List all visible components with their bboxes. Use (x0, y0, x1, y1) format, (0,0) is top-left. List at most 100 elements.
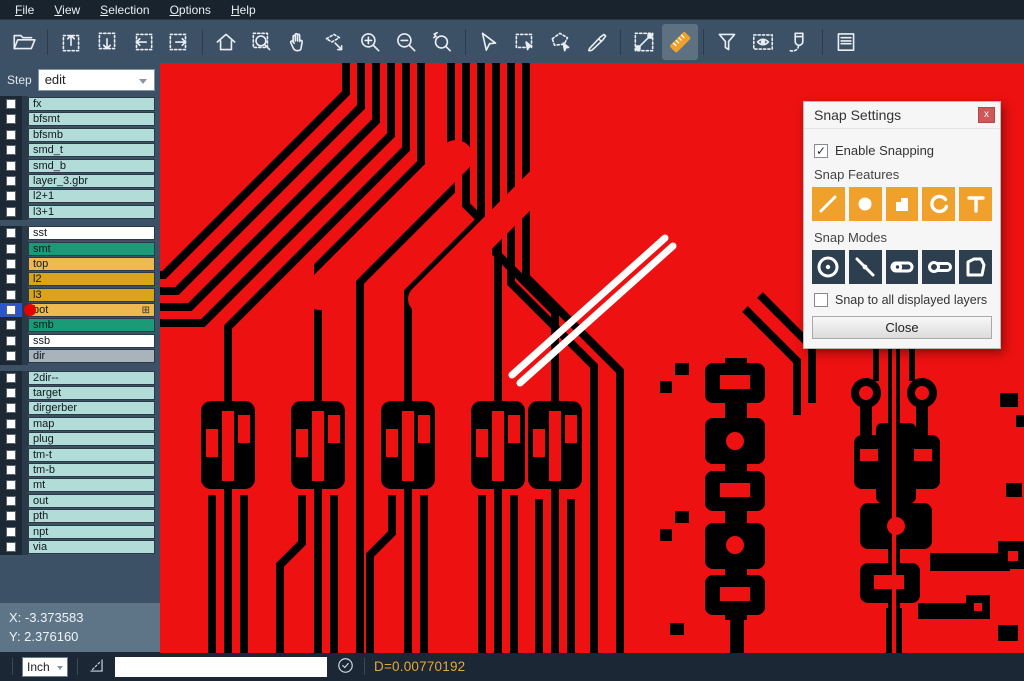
close-button[interactable]: Close (812, 316, 992, 339)
layer-visibility-checkbox[interactable] (6, 388, 16, 398)
layer-visibility-checkbox[interactable] (6, 496, 16, 506)
layer-name[interactable]: dirgerber (28, 401, 155, 415)
layer-name[interactable]: dir (28, 349, 155, 363)
zoom-in-button[interactable] (352, 24, 388, 60)
snap-slot-end-button[interactable] (886, 250, 919, 284)
layer-name[interactable]: plug (28, 432, 155, 446)
layer-row[interactable]: smb (0, 318, 160, 332)
dialog-title-bar[interactable]: Snap Settings x (804, 102, 1000, 129)
layer-visibility-checkbox[interactable] (6, 450, 16, 460)
unit-dropdown[interactable]: Inch (22, 657, 68, 677)
layer-row[interactable]: bfsmb (0, 128, 160, 142)
layer-row[interactable]: plug (0, 432, 160, 446)
ruler-button[interactable] (662, 24, 698, 60)
layer-visibility-checkbox[interactable] (6, 419, 16, 429)
move-view-button[interactable] (316, 24, 352, 60)
layer-row[interactable]: 2dir-- (0, 371, 160, 385)
zoom-previous-button[interactable] (424, 24, 460, 60)
layer-visibility-checkbox[interactable] (6, 465, 16, 475)
enable-snapping-row[interactable]: ✓ Enable Snapping (814, 143, 992, 158)
pan-left-button[interactable] (125, 24, 161, 60)
corner-measure-icon[interactable] (87, 656, 106, 678)
layer-visibility-checkbox[interactable] (6, 176, 16, 186)
rectangle-select-button[interactable] (507, 24, 543, 60)
layer-row[interactable]: top (0, 257, 160, 271)
layer-row[interactable]: dirgerber (0, 401, 160, 415)
snap-all-layers-checkbox[interactable] (814, 293, 828, 307)
layer-visibility-checkbox[interactable] (6, 320, 16, 330)
snap-button[interactable] (781, 24, 817, 60)
layer-name[interactable]: ssb (28, 334, 155, 348)
snap-pad-button[interactable] (849, 187, 882, 221)
open-file-button[interactable] (6, 24, 42, 60)
zoom-area-button[interactable] (244, 24, 280, 60)
layer-row[interactable]: npt (0, 525, 160, 539)
layer-name[interactable]: bfsmt (28, 112, 155, 126)
layer-visibility-checkbox[interactable] (6, 336, 16, 346)
layer-name[interactable]: fx (28, 97, 155, 111)
layer-row[interactable]: mt (0, 478, 160, 492)
layer-name[interactable]: l2+1 (28, 189, 155, 203)
layer-visibility-checkbox[interactable] (6, 290, 16, 300)
layer-visibility-checkbox[interactable] (6, 228, 16, 238)
snap-line-button[interactable] (812, 187, 845, 221)
layer-row[interactable]: ssb (0, 334, 160, 348)
snap-arc-button[interactable] (922, 187, 955, 221)
pan-down-button[interactable] (89, 24, 125, 60)
view-options-button[interactable] (745, 24, 781, 60)
snap-center-button[interactable] (812, 250, 845, 284)
layer-name[interactable]: top (28, 257, 155, 271)
layer-visibility-checkbox[interactable] (6, 99, 16, 109)
layer-row[interactable]: smd_t (0, 143, 160, 157)
layer-row[interactable]: l2 (0, 272, 160, 286)
layer-name[interactable]: tm-t (28, 448, 155, 462)
snap-all-layers-row[interactable]: Snap to all displayed layers (814, 293, 992, 307)
layer-name[interactable]: bot⊞ (28, 303, 155, 317)
layer-row[interactable]: fx (0, 97, 160, 111)
layer-row[interactable]: smd_b (0, 159, 160, 173)
pan-right-button[interactable] (161, 24, 197, 60)
brush-select-button[interactable] (579, 24, 615, 60)
layer-name[interactable]: l2 (28, 272, 155, 286)
layer-row[interactable]: target (0, 386, 160, 400)
snap-text-button[interactable] (959, 187, 992, 221)
layer-name[interactable]: l3 (28, 288, 155, 302)
layer-visibility-checkbox[interactable] (6, 130, 16, 140)
layer-visibility-checkbox[interactable] (6, 191, 16, 201)
measure-point-to-point-button[interactable] (626, 24, 662, 60)
snap-slot-center-button[interactable] (922, 250, 955, 284)
layer-visibility-checkbox[interactable] (6, 480, 16, 490)
layer-visibility-checkbox[interactable] (6, 161, 16, 171)
layer-row[interactable]: bot⊞ (0, 303, 160, 317)
layer-name[interactable]: smd_b (28, 159, 155, 173)
layer-name[interactable]: target (28, 386, 155, 400)
layer-row[interactable]: via (0, 540, 160, 554)
layer-name[interactable]: 2dir-- (28, 371, 155, 385)
layer-row[interactable]: l3+1 (0, 205, 160, 219)
layer-row[interactable]: layer_3.gbr (0, 174, 160, 188)
layer-name[interactable]: via (28, 540, 155, 554)
layer-visibility-checkbox[interactable] (6, 259, 16, 269)
snap-on-line-button[interactable] (849, 250, 882, 284)
layer-row[interactable]: out (0, 494, 160, 508)
select-arrow-button[interactable] (471, 24, 507, 60)
layer-name[interactable]: pth (28, 509, 155, 523)
layer-visibility-checkbox[interactable] (6, 274, 16, 284)
snap-contour-button[interactable] (959, 250, 992, 284)
layer-visibility-checkbox[interactable] (6, 542, 16, 552)
menu-item-help[interactable]: Help (222, 1, 265, 19)
layer-row[interactable]: map (0, 417, 160, 431)
apply-check-icon[interactable] (336, 656, 355, 678)
menu-item-selection[interactable]: Selection (91, 1, 158, 19)
step-dropdown[interactable]: edit (38, 69, 155, 91)
layer-row[interactable]: pth (0, 509, 160, 523)
layer-visibility-checkbox[interactable] (6, 373, 16, 383)
object-details-button[interactable] (828, 24, 864, 60)
layer-visibility-checkbox[interactable] (6, 403, 16, 413)
enable-snapping-checkbox[interactable]: ✓ (814, 144, 828, 158)
layer-row[interactable]: tm-b (0, 463, 160, 477)
layer-row[interactable]: smt (0, 242, 160, 256)
layer-row[interactable]: l2+1 (0, 189, 160, 203)
layer-name[interactable]: out (28, 494, 155, 508)
snap-surface-button[interactable] (886, 187, 919, 221)
